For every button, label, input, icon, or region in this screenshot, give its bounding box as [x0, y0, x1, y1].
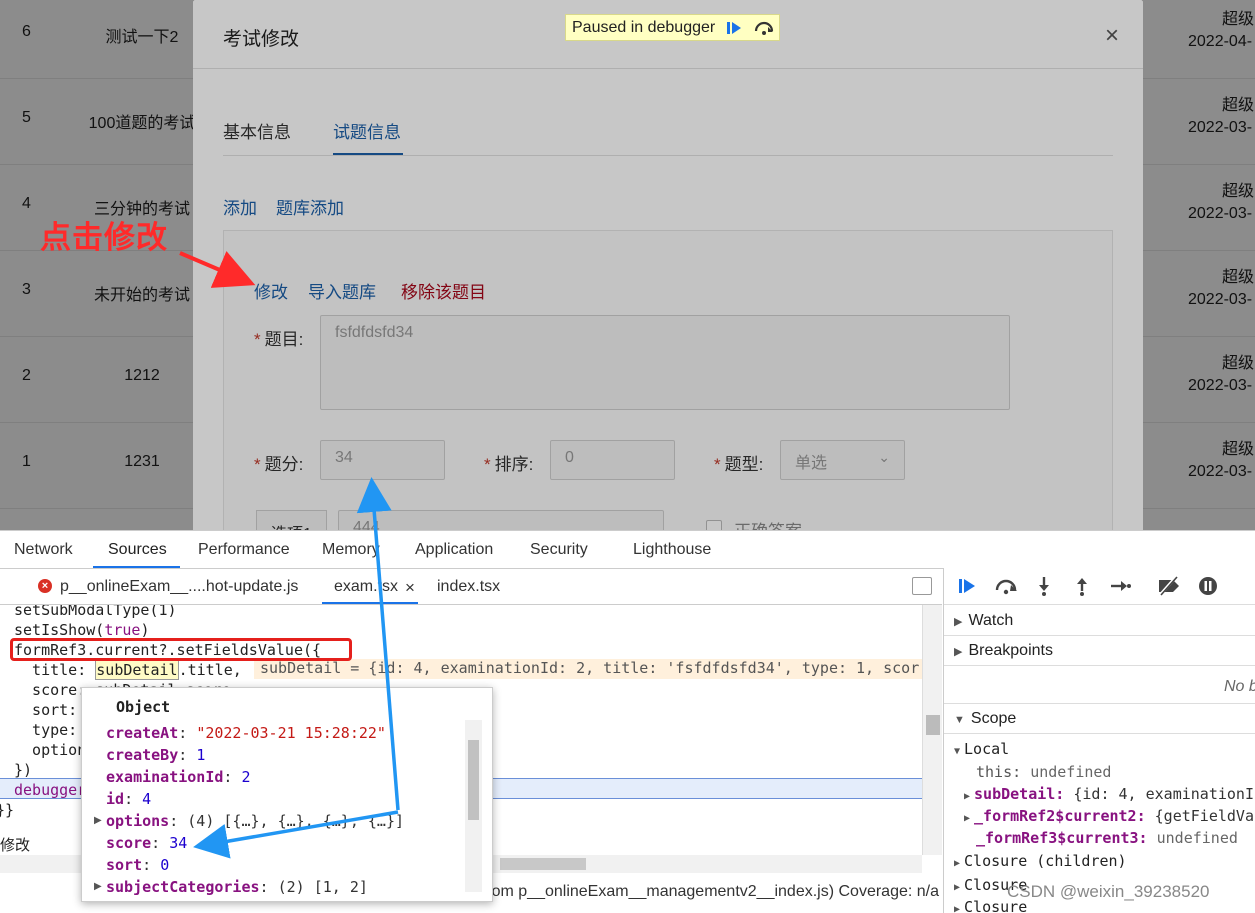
- property-row[interactable]: subjectCategories: (2) [1, 2]: [106, 878, 368, 896]
- code-line: sort:: [14, 701, 78, 719]
- watermark: CSDN @weixin_39238520: [1007, 882, 1210, 901]
- scrollbar[interactable]: [922, 605, 942, 855]
- inline-value-preview: subDetail = {id: 4, examinationId: 2, ti…: [254, 659, 922, 679]
- property-row[interactable]: options: (4) [{…}, {…}, {…}, {…}]: [106, 812, 404, 830]
- property-row: sort: 0: [106, 856, 170, 874]
- hovered-token: subDetail: [95, 660, 179, 680]
- divider: [944, 733, 1255, 734]
- property-row: createBy: 1: [106, 746, 206, 764]
- step-over-icon[interactable]: [753, 18, 775, 38]
- code-line: type:: [14, 721, 78, 739]
- annotation-text: 点击修改: [40, 220, 168, 255]
- devtools-tab-network[interactable]: Network: [14, 541, 73, 559]
- code-line: setSubModalType(1): [14, 605, 177, 619]
- file-tab-exam-tsx[interactable]: exam.tsx: [334, 578, 398, 596]
- no-breakpoints-text: No b: [1224, 678, 1255, 695]
- file-tab-hot-update[interactable]: p__onlineExam__....hot-update.js: [60, 578, 298, 596]
- property-row: id: 4: [106, 790, 152, 808]
- resume-icon[interactable]: [958, 576, 980, 602]
- property-row: createAt: "2022-03-21 15:28:22": [106, 724, 386, 742]
- popover-title: Object: [116, 698, 171, 716]
- code-line: title: subDetail.title,: [14, 660, 242, 680]
- pause-on-exceptions-icon[interactable]: [1198, 576, 1218, 602]
- devtools-tab-sources[interactable]: Sources: [108, 541, 167, 559]
- devtools-tab-security[interactable]: Security: [530, 541, 588, 559]
- step-over-icon[interactable]: [994, 576, 1018, 602]
- file-tab-index-tsx[interactable]: index.tsx: [437, 578, 500, 596]
- app-area: 6 测试一下2 超级 2022-04- 5 100道题的考试 超级 2022-0…: [0, 0, 1255, 530]
- breakpoints-section[interactable]: ▶ Breakpoints: [954, 642, 1053, 660]
- local-scope[interactable]: ▼ Local: [954, 740, 1009, 758]
- divider: [944, 703, 1255, 704]
- debugger-sidebar: ▶ Watch ▶ Breakpoints No b ▼ Scope ▼ Local t…: [943, 568, 1255, 913]
- devtools-tab-lighthouse[interactable]: Lighthouse: [633, 541, 711, 559]
- step-icon[interactable]: [1110, 576, 1132, 602]
- expand-icon[interactable]: ▶: [94, 881, 102, 892]
- close-tab-icon[interactable]: ×: [405, 578, 415, 598]
- code-line: option: [14, 741, 87, 759]
- side-text: 修改: [0, 837, 31, 854]
- scope-formref3: _formRef3$current3: undefined: [976, 829, 1238, 847]
- highlight-box: [10, 638, 352, 661]
- code-line: setIsShow(true): [14, 621, 150, 639]
- step-out-icon[interactable]: [1074, 576, 1090, 602]
- property-row: score: 34: [106, 834, 188, 852]
- object-preview-popover: Object createAt: "2022-03-21 15:28:22" c…: [81, 687, 493, 902]
- divider: [944, 665, 1255, 666]
- step-into-icon[interactable]: [1036, 576, 1052, 602]
- devtools-tab-performance[interactable]: Performance: [198, 541, 290, 559]
- error-icon: ×: [38, 579, 52, 593]
- scope-section[interactable]: ▼ Scope: [954, 710, 1016, 728]
- property-row: examinationId: 2: [106, 768, 251, 786]
- debugger-overlay: [193, 0, 1143, 530]
- debugger-paused-banner: Paused in debugger: [565, 14, 781, 41]
- toggle-navigator-icon[interactable]: [912, 577, 932, 595]
- divider: [944, 635, 1255, 636]
- devtools-tab-application[interactable]: Application: [415, 541, 493, 559]
- expand-icon[interactable]: ▶: [94, 815, 102, 826]
- code-line: }): [14, 761, 33, 779]
- scope-formref2[interactable]: ▶ _formRef2$current2: {getFieldVa: [964, 807, 1254, 825]
- code-line: debugger: [14, 781, 87, 799]
- deactivate-breakpoints-icon[interactable]: [1156, 576, 1182, 602]
- code-line: }}: [0, 801, 15, 819]
- scrollbar[interactable]: [465, 720, 482, 892]
- resume-icon[interactable]: [723, 18, 745, 38]
- watch-section[interactable]: ▶ Watch: [954, 612, 1013, 630]
- devtools-tab-memory[interactable]: Memory: [322, 541, 380, 559]
- divider: [944, 604, 1255, 605]
- closure-children[interactable]: ▶ Closure (children): [954, 852, 1127, 870]
- scope-subdetail[interactable]: ▶ subDetail: {id: 4, examinationI: [964, 785, 1254, 803]
- scope-this: this: undefined: [976, 763, 1112, 781]
